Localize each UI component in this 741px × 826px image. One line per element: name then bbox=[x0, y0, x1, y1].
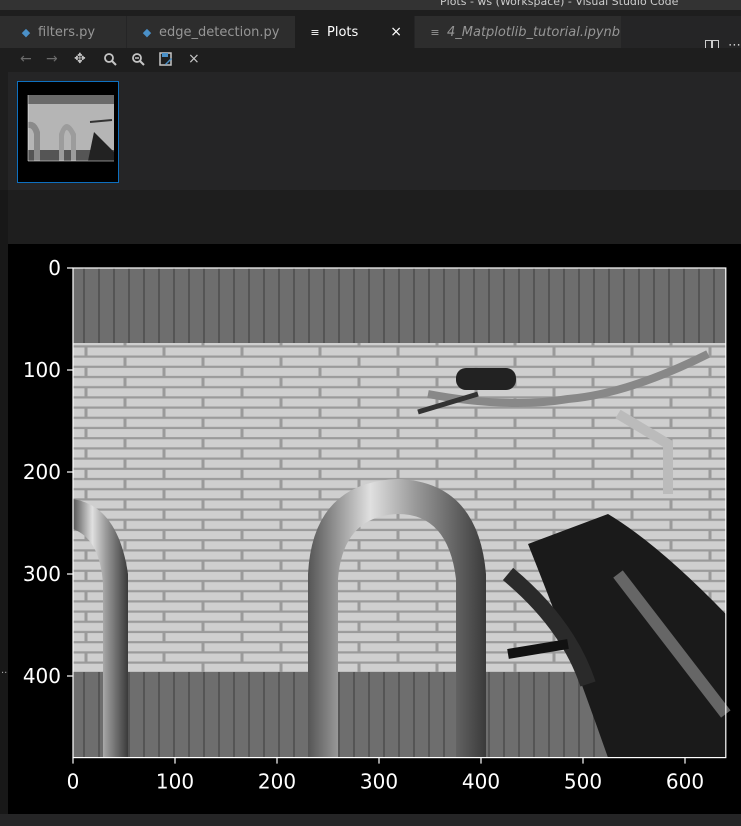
tab-close-icon[interactable]: × bbox=[390, 24, 402, 40]
tab-filters-py[interactable]: ◆ filters.py bbox=[0, 16, 126, 48]
x-tick-label: 0 bbox=[67, 770, 80, 794]
tab-plots[interactable]: ≡ Plots × bbox=[295, 16, 414, 48]
x-tick-label: 300 bbox=[360, 770, 398, 794]
window-title: Plots - ws (Workspace) - Visual Studio C… bbox=[440, 0, 679, 8]
plot-figure: 0 100 200 300 400 500 600 0 100 200 300 400 bbox=[23, 256, 731, 794]
pan-icon[interactable]: ✥ bbox=[74, 50, 86, 68]
close-icon[interactable]: × bbox=[188, 50, 200, 68]
plot-viewer[interactable]: 0 100 200 300 400 500 600 0 100 200 300 400 bbox=[8, 244, 741, 814]
tab-label: edge_detection.py bbox=[159, 24, 280, 40]
plot-thumbnail-strip bbox=[8, 72, 741, 190]
side-marker: .. bbox=[1, 665, 8, 676]
plots-icon: ≡ bbox=[310, 25, 320, 39]
python-file-icon: ◆ bbox=[142, 25, 152, 39]
status-band bbox=[0, 814, 741, 826]
zoom-out-icon[interactable] bbox=[131, 52, 145, 71]
python-file-icon: ◆ bbox=[21, 25, 31, 39]
plot-toolbar: ← → ✥ × bbox=[0, 48, 741, 70]
y-tick-label: 100 bbox=[23, 358, 61, 382]
x-tick-label: 100 bbox=[156, 770, 194, 794]
tab-label: Plots bbox=[327, 24, 359, 40]
x-tick-label: 200 bbox=[258, 770, 296, 794]
sidebar-edge: .. bbox=[0, 190, 8, 826]
zoom-in-icon[interactable] bbox=[103, 52, 117, 71]
tab-matplotlib-notebook[interactable]: ≡ 4_Matplotlib_tutorial.ipynb bbox=[415, 16, 621, 48]
plot-image bbox=[73, 268, 731, 758]
x-tick-label: 500 bbox=[564, 770, 602, 794]
tab-label: 4_Matplotlib_tutorial.ipynb bbox=[447, 24, 621, 40]
tab-edge-detection-py[interactable]: ◆ edge_detection.py bbox=[127, 16, 295, 48]
plot-thumbnail[interactable] bbox=[17, 81, 119, 183]
editor-tab-bar: ◆ filters.py ◆ edge_detection.py ≡ Plots… bbox=[0, 16, 741, 53]
title-bar: Plots - ws (Workspace) - Visual Studio C… bbox=[0, 0, 741, 10]
y-tick-label: 200 bbox=[23, 460, 61, 484]
save-icon[interactable] bbox=[159, 52, 173, 71]
x-tick-label: 400 bbox=[462, 770, 500, 794]
arrow-right-icon[interactable]: → bbox=[46, 50, 58, 68]
y-tick-label: 0 bbox=[48, 256, 61, 280]
arrow-left-icon[interactable]: ← bbox=[20, 50, 32, 68]
tab-label: filters.py bbox=[38, 24, 96, 40]
y-tick-label: 400 bbox=[23, 664, 61, 688]
x-tick-label: 600 bbox=[666, 770, 704, 794]
notebook-icon: ≡ bbox=[430, 25, 440, 39]
y-tick-label: 300 bbox=[23, 562, 61, 586]
